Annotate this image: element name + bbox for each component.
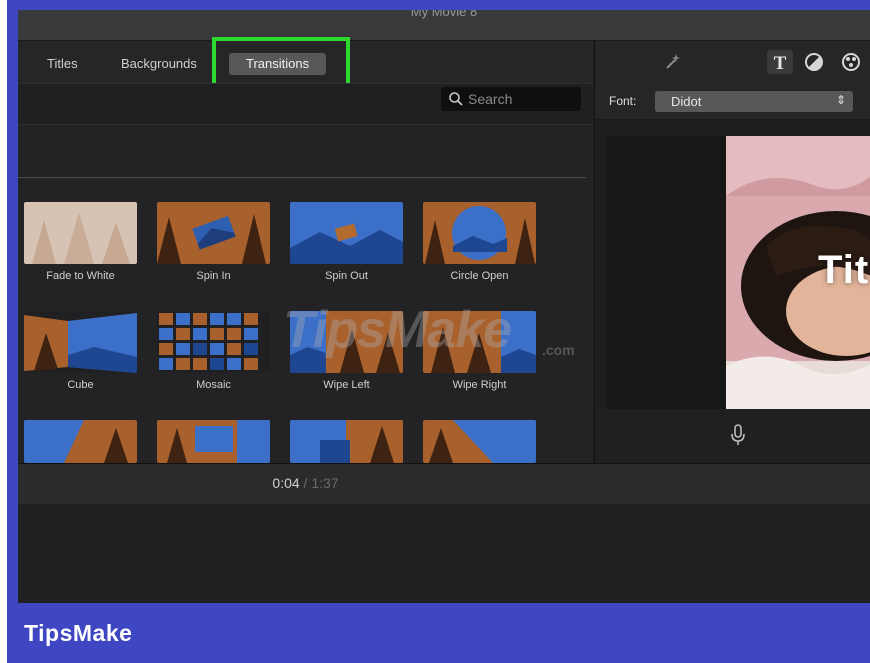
- color-correction-icon[interactable]: [838, 50, 864, 74]
- transition-thumb[interactable]: [423, 420, 536, 463]
- transition-label: Wipe Right: [452, 379, 507, 391]
- total-time: 1:37: [311, 475, 339, 491]
- transition-thumb-mosaic[interactable]: [157, 311, 270, 373]
- transition-thumb[interactable]: [24, 420, 137, 463]
- window-title: My Movie 8: [410, 10, 478, 19]
- video-preview: Tit: [726, 136, 870, 409]
- microphone-icon[interactable]: [729, 423, 747, 447]
- section-divider: [18, 177, 586, 178]
- wipe-left-preview: [290, 311, 403, 373]
- search-row: [18, 83, 593, 125]
- content-tabs: Titles Backgrounds Transitions: [18, 37, 593, 87]
- spin-out-preview: [290, 202, 403, 264]
- color-balance-icon[interactable]: [801, 50, 827, 74]
- imovie-window: My Movie 8 Titles Backgrounds Transition…: [18, 10, 870, 603]
- transition-label: Circle Open: [450, 270, 509, 282]
- viewer-pane: T Font: Didot ⇕ Tit: [594, 41, 870, 463]
- font-select[interactable]: Didot ⇕: [655, 91, 853, 112]
- font-label: Font:: [609, 94, 637, 108]
- current-time: 0:04: [272, 475, 300, 491]
- transition-thumb-circle-open[interactable]: [423, 202, 536, 264]
- transition-thumb-wipe-right[interactable]: [423, 311, 536, 373]
- chevron-updown-icon: ⇕: [835, 93, 846, 107]
- voiceover-row: [595, 409, 870, 463]
- transition-thumb-spin-in[interactable]: [157, 202, 270, 264]
- mosaic-preview: [157, 311, 270, 373]
- transition-label: Mosaic: [196, 379, 231, 391]
- transition-thumb-fade-to-white[interactable]: [24, 202, 137, 264]
- svg-text:T: T: [774, 53, 787, 74]
- search-icon: [449, 92, 463, 106]
- transition-thumb-wipe-left[interactable]: [290, 311, 403, 373]
- search-input[interactable]: [468, 89, 573, 109]
- transition-thumb-spin-out[interactable]: [290, 202, 403, 264]
- browser-pane: Titles Backgrounds Transitions Search Fa…: [18, 37, 593, 463]
- circle-open-preview: [423, 202, 536, 264]
- font-select-value: Didot: [671, 94, 702, 109]
- tab-transitions[interactable]: Transitions: [229, 53, 327, 75]
- transition-thumb-cube[interactable]: [24, 311, 137, 373]
- transition-label: Wipe Left: [323, 379, 370, 391]
- playback-bar: 0:04 / 1:37: [18, 463, 870, 505]
- timeline-area[interactable]: [18, 504, 870, 603]
- time-separator: /: [303, 475, 308, 491]
- transition-preview: [157, 420, 270, 463]
- font-row: Font: Didot ⇕: [595, 83, 870, 120]
- transition-preview: [423, 420, 536, 463]
- transition-label: Fade to White: [46, 270, 115, 282]
- timecode: 0:04 / 1:37: [18, 475, 593, 491]
- search-box[interactable]: [441, 87, 581, 111]
- preview-title-text: Tit: [818, 248, 870, 292]
- title-text-icon[interactable]: T: [767, 50, 793, 74]
- transition-preview: [24, 420, 137, 463]
- cube-preview: [24, 311, 137, 373]
- tab-backgrounds[interactable]: Backgrounds: [109, 53, 209, 75]
- tab-titles[interactable]: Titles: [35, 53, 90, 75]
- transition-label: Spin Out: [325, 270, 368, 282]
- transition-thumb[interactable]: [157, 420, 270, 463]
- fade-to-white-preview: [24, 202, 137, 264]
- spin-in-preview: [157, 202, 270, 264]
- inspector-toolbar: T: [595, 41, 870, 83]
- transition-label: Spin In: [196, 270, 231, 282]
- magic-wand-icon[interactable]: [659, 50, 685, 74]
- wipe-right-preview: [423, 311, 536, 373]
- brand-label: TipsMake: [24, 620, 133, 646]
- title-bar: My Movie 8: [18, 10, 870, 41]
- transition-preview: [290, 420, 403, 463]
- transition-label: Cube: [67, 379, 94, 391]
- transition-thumb[interactable]: [290, 420, 403, 463]
